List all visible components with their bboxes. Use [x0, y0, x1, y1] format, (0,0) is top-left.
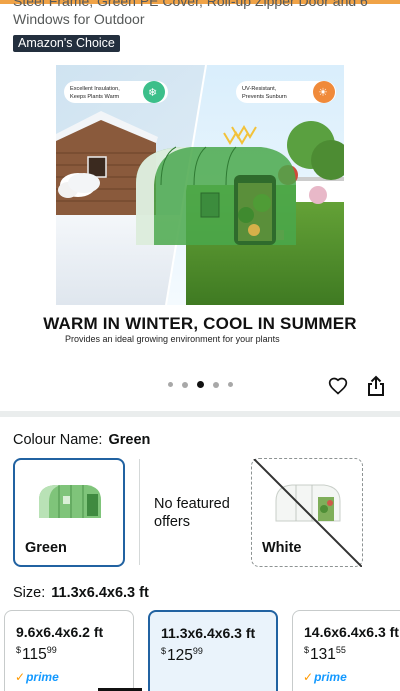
carousel-dot[interactable] [168, 382, 173, 387]
hero-tagline: WARM IN WINTER, COOL IN SUMMER [43, 314, 357, 333]
prime-badge: ✓prime [15, 670, 59, 684]
carousel-dot[interactable] [182, 381, 188, 388]
carousel-dot[interactable] [228, 382, 233, 387]
colour-option-label: White [262, 540, 302, 556]
greenhouse-thumbnail [35, 480, 105, 527]
callout-left-line2: Keeps Plants Warm [70, 94, 120, 100]
colour-label: Colour Name: [13, 432, 103, 448]
size-option-price: $13155 [304, 645, 346, 663]
size-option-dimension: 11.3x6.4x6.3 ft [161, 625, 256, 641]
product-image[interactable]: ❄ Excellent Insulation, Keeps Plants War… [56, 65, 344, 305]
section-divider [0, 411, 400, 417]
colour-option-green[interactable]: Green [13, 458, 125, 567]
size-option-card-selected[interactable]: 11.3x6.4x6.3 ft $12599 [148, 610, 278, 691]
size-label: Size: [13, 585, 46, 601]
share-icon[interactable] [366, 375, 386, 397]
swatch-separator [139, 459, 140, 565]
size-option-card[interactable]: 9.6x6.4x6.2 ft $11599 ✓prime [4, 610, 134, 691]
size-option-card[interactable]: 14.6x6.4x6.3 ft $13155 ✓prime [292, 610, 400, 691]
carousel-dot[interactable] [213, 381, 219, 388]
sun-icon: ☀ [318, 86, 328, 99]
no-featured-offers-text: No featured offers [154, 496, 230, 530]
prime-badge: ✓prime [303, 670, 347, 684]
callout-left-line1: Excellent Insulation, [70, 86, 120, 92]
carousel-dot-active[interactable] [197, 381, 204, 388]
colour-option-label: Green [25, 540, 67, 556]
hero-subtagline: Provides an ideal growing environment fo… [65, 334, 280, 344]
size-option-dimension: 14.6x6.4x6.3 ft [304, 624, 399, 640]
callout-right-line2: Prevents Sunburn [242, 94, 287, 100]
carousel-dots[interactable] [168, 381, 233, 388]
colour-selector-label: Colour Name: Green [13, 432, 150, 448]
size-selected-value: 11.3x6.4x6.3 ft [51, 585, 149, 601]
product-title: Steel Frame, Green PE Cover, Roll-up Zip… [13, 0, 368, 27]
size-option-price: $12599 [161, 646, 203, 664]
size-option-price: $11599 [16, 645, 57, 663]
snowflake-icon: ❄ [148, 86, 157, 99]
check-icon: ✓ [303, 670, 314, 684]
colour-selected-value: Green [108, 432, 151, 448]
heart-icon[interactable] [328, 376, 348, 396]
amazons-choice-badge[interactable]: Amazon's Choice [13, 35, 120, 52]
size-option-dimension: 9.6x6.4x6.2 ft [16, 624, 104, 640]
size-selector-label: Size: 11.3x6.4x6.3 ft [13, 585, 149, 601]
colour-option-white[interactable]: White [251, 458, 363, 567]
callout-right-line1: UV-Resistant, [242, 86, 277, 92]
check-icon: ✓ [15, 670, 26, 684]
